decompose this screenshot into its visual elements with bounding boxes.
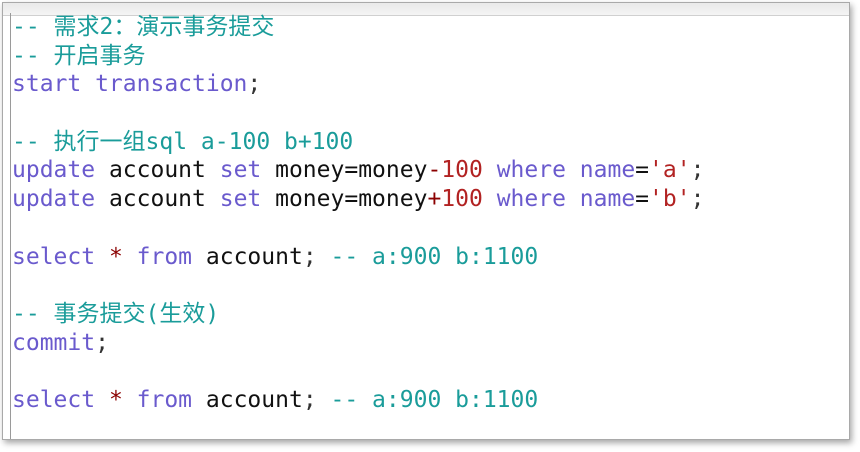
sql-token: 100 xyxy=(441,157,483,184)
code-line: start transaction; xyxy=(11,70,849,99)
sql-token: -- a:900 b:1100 xyxy=(316,243,539,270)
code-line: select * from account; -- a:900 b:1100 xyxy=(11,386,849,415)
sql-token: -- a:900 b:1100 xyxy=(316,386,539,413)
sql-token: = xyxy=(635,157,650,184)
sql-token: from xyxy=(136,243,193,270)
code-line: update account set money=money+100 where… xyxy=(11,185,849,214)
sql-token: select xyxy=(12,243,96,270)
sql-token: ; xyxy=(247,71,262,98)
sql-token: account xyxy=(95,157,220,184)
sql-token: ; xyxy=(95,329,109,356)
code-line: -- 执行一组sql a-100 b+100 xyxy=(11,128,849,157)
editor-window: -- 需求2：演示事务提交 -- 开启事务 start transaction; --… xyxy=(2,2,850,440)
code-line: -- 事务提交(生效) xyxy=(11,300,849,329)
code-line: commit; xyxy=(11,329,849,358)
comment-text: -- 开启事务 xyxy=(12,42,146,69)
sql-token: * xyxy=(95,386,137,413)
sql-token: where name xyxy=(482,186,636,213)
sql-token: + xyxy=(427,186,442,213)
sql-token: update xyxy=(12,157,96,184)
sql-token: commit xyxy=(12,329,96,356)
sql-token: = xyxy=(635,186,650,213)
sql-token: * xyxy=(95,243,137,270)
sql-token: ; xyxy=(690,186,705,213)
sql-token: 'a' xyxy=(649,157,691,184)
code-line: select * from account; -- a:900 b:1100 xyxy=(11,243,849,272)
code-line: -- 需求2：演示事务提交 xyxy=(11,13,849,42)
sql-token: ; xyxy=(302,386,317,413)
sql-token: account xyxy=(192,386,303,413)
sql-token: account xyxy=(192,243,303,270)
sql-token: select xyxy=(12,386,96,413)
sql-token: account xyxy=(95,186,220,213)
sql-token: from xyxy=(136,386,193,413)
sql-token: set xyxy=(219,186,262,213)
sql-token: update xyxy=(12,186,96,213)
sql-token: set xyxy=(219,157,262,184)
sql-editor[interactable]: -- 需求2：演示事务提交 -- 开启事务 start transaction; --… xyxy=(10,13,849,439)
sql-token: ; xyxy=(302,243,317,270)
sql-token: 'b' xyxy=(649,186,691,213)
sql-token: start transaction xyxy=(12,71,248,98)
code-line: -- 开启事务 xyxy=(11,42,849,71)
sql-token: ; xyxy=(690,157,705,184)
sql-token: money=money xyxy=(261,186,428,213)
sql-token: - xyxy=(427,157,442,184)
sql-token: 100 xyxy=(441,186,483,213)
comment-text: -- 执行一组sql a-100 b+100 xyxy=(12,128,354,155)
comment-text: -- 事务提交(生效) xyxy=(12,300,220,327)
code-line: update account set money=money-100 where… xyxy=(11,156,849,185)
comment-text: -- 需求2：演示事务提交 xyxy=(12,14,275,40)
sql-token: where name xyxy=(482,157,636,184)
sql-token: money=money xyxy=(261,157,428,184)
